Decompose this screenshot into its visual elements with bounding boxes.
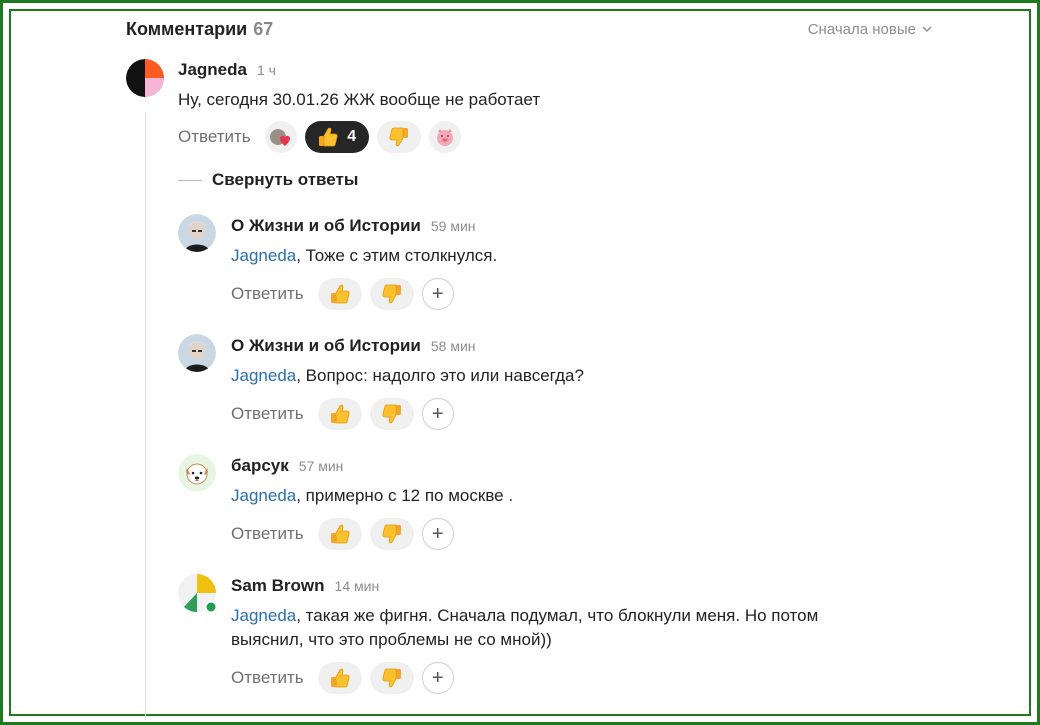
comment-actions: Ответить 4	[178, 121, 461, 153]
reply-button[interactable]: Ответить	[231, 524, 304, 544]
comment-actions: Ответить +	[231, 398, 454, 430]
avatar[interactable]	[178, 574, 218, 614]
collapse-dash	[178, 179, 202, 181]
thumbs-down-icon	[389, 127, 408, 147]
sort-label: Сначала новые	[807, 20, 916, 38]
dislike-button[interactable]	[369, 398, 414, 430]
thumbs-up-icon	[330, 668, 350, 688]
thumbs-up-icon	[330, 524, 350, 544]
add-reaction-button[interactable]: +	[421, 518, 454, 550]
thread-line	[145, 112, 146, 720]
comment-meta: барсук 57 мин	[231, 456, 343, 476]
avatar-image	[178, 334, 216, 372]
comment-meta: Sam Brown 14 мин	[231, 576, 379, 596]
author-name[interactable]: барсук	[231, 456, 289, 476]
comment-time[interactable]: 59 мин	[431, 218, 476, 234]
comments-title: Комментарии 67	[126, 18, 274, 39]
comment-text: Jagneda, примерно с 12 по москве .	[231, 486, 514, 505]
avatar-image	[178, 214, 216, 252]
pig-icon	[436, 129, 453, 146]
avatar-image	[178, 574, 218, 614]
thumbs-down-icon	[382, 524, 401, 544]
dislike-button[interactable]	[376, 121, 421, 153]
thumbs-down-icon	[382, 284, 401, 304]
like-button[interactable]	[317, 278, 362, 310]
like-count: 4	[347, 128, 357, 145]
chevron-down-icon	[922, 26, 932, 32]
comment-actions: Ответить +	[231, 662, 454, 694]
collapse-replies-button[interactable]: Свернуть ответы	[178, 170, 358, 190]
mention-link[interactable]: Jagneda	[231, 486, 296, 505]
online-indicator	[204, 600, 218, 614]
reply-button[interactable]: Ответить	[231, 284, 304, 304]
mention-link[interactable]: Jagneda	[231, 366, 296, 385]
reply-button[interactable]: Ответить	[231, 404, 304, 424]
author-name[interactable]: О Жизни и об Истории	[231, 336, 421, 356]
thumbs-down-icon	[382, 404, 401, 424]
avatar[interactable]	[178, 334, 216, 372]
like-button[interactable]	[317, 518, 362, 550]
author-name[interactable]: О Жизни и об Истории	[231, 216, 421, 236]
comment-meta: О Жизни и об Истории 59 мин	[231, 216, 476, 236]
comment-time[interactable]: 14 мин	[335, 578, 380, 594]
dislike-button[interactable]	[369, 278, 414, 310]
comment-meta: Jagneda 1 ч	[178, 60, 276, 80]
comment-time[interactable]: 1 ч	[257, 62, 276, 78]
comment-text: Jagneda, такая же фигня. Сначала подумал…	[231, 606, 819, 649]
thumbs-up-icon	[330, 404, 350, 424]
add-reaction-button[interactable]: +	[421, 662, 454, 694]
mention-link[interactable]: Jagneda	[231, 246, 296, 265]
dislike-button[interactable]	[369, 662, 414, 694]
collapse-replies-label: Свернуть ответы	[212, 170, 359, 189]
like-button[interactable]: 4	[304, 121, 369, 153]
comment-actions: Ответить +	[231, 518, 454, 550]
comment-time[interactable]: 58 мин	[431, 338, 476, 354]
mention-link[interactable]: Jagneda	[231, 606, 296, 625]
dislike-button[interactable]	[369, 518, 414, 550]
avatar[interactable]	[126, 59, 164, 97]
add-reaction-button[interactable]: +	[421, 278, 454, 310]
thumbs-up-icon	[319, 127, 338, 147]
like-button[interactable]	[317, 662, 362, 694]
add-reaction-button[interactable]: +	[421, 398, 454, 430]
thumbs-up-icon	[330, 284, 350, 304]
comments-header: Комментарии 67 Сначала новые	[126, 16, 932, 42]
sort-dropdown[interactable]: Сначала новые	[808, 21, 932, 38]
comment-text: Ну, сегодня 30.01.26 ЖЖ вообще не работа…	[178, 90, 541, 109]
like-button[interactable]	[317, 398, 362, 430]
comment-text: Jagneda, Вопрос: надолго это или навсегд…	[231, 366, 584, 385]
reactors-avatar-button[interactable]	[264, 121, 297, 153]
comments-count: 67	[253, 18, 274, 39]
thumbs-down-icon	[382, 668, 401, 688]
comment-actions: Ответить +	[231, 278, 454, 310]
reply-button[interactable]: Ответить	[231, 668, 304, 688]
reply-button[interactable]: Ответить	[178, 127, 251, 147]
author-name[interactable]: Sam Brown	[231, 576, 325, 596]
comment-meta: О Жизни и об Истории 58 мин	[231, 336, 476, 356]
avatar-image	[178, 454, 216, 492]
avatar-image	[126, 59, 164, 97]
comment-time[interactable]: 57 мин	[299, 458, 344, 474]
pig-reaction-button[interactable]	[428, 121, 461, 153]
author-name[interactable]: Jagneda	[178, 60, 247, 80]
comment-text: Jagneda, Тоже с этим столкнулся.	[231, 246, 498, 265]
avatar[interactable]	[178, 214, 216, 252]
avatar[interactable]	[178, 454, 216, 492]
heart-reaction-icon	[269, 129, 290, 146]
